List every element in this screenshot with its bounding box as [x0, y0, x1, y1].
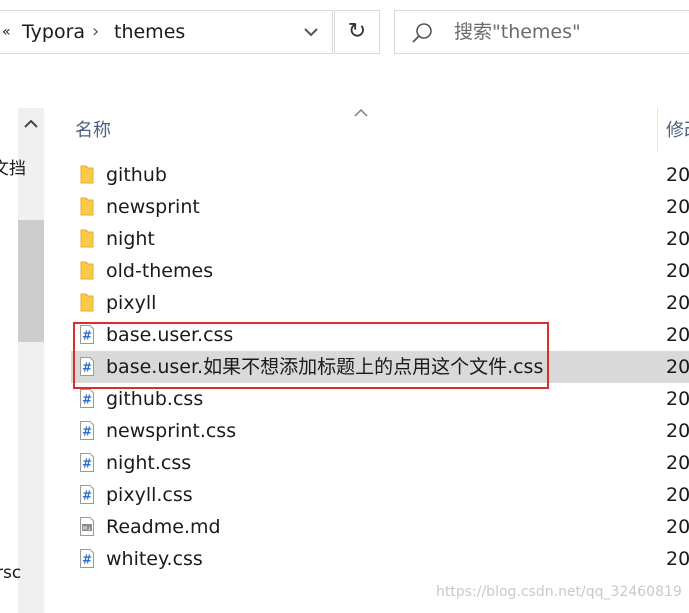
- refresh-icon: ↻: [347, 19, 367, 44]
- folder-icon: [80, 261, 94, 280]
- dropdown-chevron-icon[interactable]: [303, 26, 319, 38]
- search-input[interactable]: 搜索"themes": [454, 10, 581, 54]
- scroll-up-icon[interactable]: [23, 118, 39, 130]
- svg-text:#: #: [82, 553, 92, 567]
- folder-icon: [80, 197, 94, 216]
- file-modified-date: 20: [666, 228, 689, 250]
- file-modified-date: 20: [666, 388, 689, 410]
- file-name: whitey.css: [106, 548, 203, 570]
- file-name: night: [106, 228, 155, 250]
- css-file-icon: #: [80, 389, 94, 408]
- svg-text:#: #: [82, 393, 92, 407]
- search-icon: [412, 23, 432, 43]
- svg-text:M↓: M↓: [83, 526, 92, 532]
- css-file-icon: #: [80, 549, 94, 568]
- folder-icon: [80, 229, 94, 248]
- breadcrumb-separator-icon[interactable]: ›: [92, 10, 99, 54]
- file-modified-date: 20: [666, 356, 689, 378]
- file-modified-date: 20: [666, 324, 689, 346]
- svg-text:#: #: [82, 457, 92, 471]
- file-modified-date: 20: [666, 516, 689, 538]
- breadcrumb-typora[interactable]: Typora: [22, 10, 85, 54]
- file-name: newsprint: [106, 196, 200, 218]
- folder-row[interactable]: newsprint 20: [71, 191, 689, 223]
- folder-icon: [80, 165, 94, 184]
- markdown-file-icon: M↓: [80, 517, 94, 536]
- folder-row[interactable]: night 20: [71, 223, 689, 255]
- nav-scrollbar-track[interactable]: [18, 108, 44, 613]
- overflow-chevron-icon[interactable]: «: [2, 10, 11, 54]
- column-header-modified[interactable]: 修改: [666, 116, 689, 146]
- file-modified-date: 20: [666, 452, 689, 474]
- column-header-name[interactable]: 名称: [75, 116, 111, 146]
- file-name: pixyll.css: [106, 484, 193, 506]
- file-modified-date: 20: [666, 196, 689, 218]
- file-modified-date: 20: [666, 292, 689, 314]
- refresh-button[interactable]: ↻: [334, 10, 380, 54]
- watermark: https://blog.csdn.net/qq_32460819: [436, 584, 682, 600]
- svg-text:#: #: [82, 425, 92, 439]
- file-row[interactable]: # pixyll.css 20: [71, 479, 689, 511]
- svg-text:#: #: [82, 489, 92, 503]
- column-divider[interactable]: [657, 108, 658, 152]
- file-modified-date: 20: [666, 484, 689, 506]
- folder-row[interactable]: old-themes 20: [71, 255, 689, 287]
- css-file-icon: #: [80, 485, 94, 504]
- file-row[interactable]: # newsprint.css 20: [71, 415, 689, 447]
- file-row[interactable]: M↓ Readme.md 20: [71, 511, 689, 543]
- nav-scrollbar-thumb[interactable]: [18, 220, 44, 342]
- file-modified-date: 20: [666, 420, 689, 442]
- file-name: newsprint.css: [106, 420, 237, 442]
- nav-item-partial[interactable]: 文挡: [0, 154, 26, 179]
- file-name: night.css: [106, 452, 192, 474]
- nav-item-partial[interactable]: rsc: [0, 563, 21, 583]
- file-modified-date: 20: [666, 548, 689, 570]
- file-row[interactable]: # night.css 20: [71, 447, 689, 479]
- folder-row[interactable]: github 20: [71, 159, 689, 191]
- file-modified-date: 20: [666, 260, 689, 282]
- file-row[interactable]: # whitey.css 20: [71, 543, 689, 575]
- annotation-highlight-box: [73, 322, 549, 389]
- file-name: old-themes: [106, 260, 214, 282]
- breadcrumb-themes[interactable]: themes: [114, 10, 185, 54]
- file-modified-date: 20: [666, 164, 689, 186]
- sort-ascending-icon: [354, 109, 368, 117]
- css-file-icon: #: [80, 421, 94, 440]
- css-file-icon: #: [80, 453, 94, 472]
- file-name: pixyll: [106, 292, 157, 314]
- folder-row[interactable]: pixyll 20: [71, 287, 689, 319]
- folder-icon: [80, 293, 94, 312]
- file-name: github: [106, 164, 167, 186]
- file-name: Readme.md: [106, 516, 221, 538]
